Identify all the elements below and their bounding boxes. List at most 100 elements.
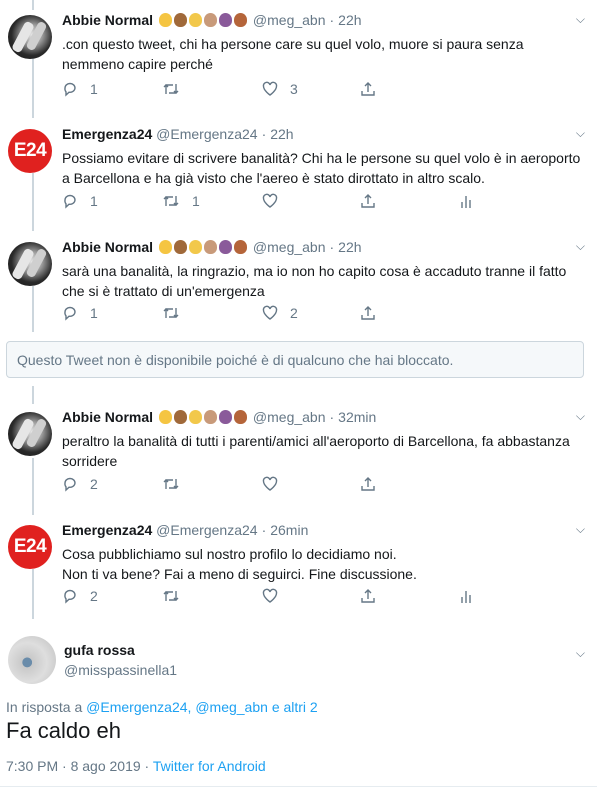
tweet-text: .con questo tweet, chi ha persone care s… bbox=[62, 36, 524, 72]
display-name[interactable]: Emergenza24 bbox=[62, 522, 152, 538]
tweet[interactable]: E24 Emergenza24 @Emergenza24 · 26min ⌵ Cos… bbox=[0, 522, 597, 612]
reply-icon bbox=[64, 306, 76, 321]
share-button[interactable] bbox=[360, 586, 376, 606]
chevron-down-icon[interactable]: ⌵ bbox=[576, 239, 585, 254]
analytics-icon bbox=[461, 591, 471, 603]
share-button[interactable] bbox=[360, 303, 376, 323]
avatar[interactable] bbox=[8, 242, 52, 286]
tweet-timestamp[interactable]: 7:30 PM · 8 ago 2019 · bbox=[6, 758, 149, 774]
share-icon bbox=[361, 82, 375, 96]
like-button[interactable]: 2 bbox=[262, 303, 298, 323]
avatar[interactable]: E24 bbox=[8, 525, 52, 569]
reply-icon bbox=[64, 589, 76, 604]
avatar[interactable] bbox=[8, 636, 56, 684]
reply-button[interactable]: 1 bbox=[62, 191, 98, 211]
tweet[interactable]: Abbie Normal @meg_abn · 22h ⌵ .con questo … bbox=[0, 12, 597, 112]
avatar[interactable] bbox=[8, 15, 52, 59]
tweet[interactable]: E24 Emergenza24 @Emergenza24 · 22h ⌵ Possi… bbox=[0, 126, 597, 226]
tweet[interactable]: Abbie Normal @meg_abn · 22h ⌵ sarà una ban… bbox=[0, 239, 597, 329]
chevron-down-icon[interactable]: ⌵ bbox=[576, 522, 585, 537]
share-button[interactable] bbox=[360, 474, 376, 494]
reply-count: 1 bbox=[90, 193, 98, 209]
reply-context: In risposta a @Emergenza24, @meg_abn e a… bbox=[6, 699, 318, 715]
avatar[interactable] bbox=[8, 412, 52, 456]
tweet-time[interactable]: 22h bbox=[270, 126, 293, 142]
tweet-time[interactable]: 26min bbox=[270, 522, 308, 538]
chevron-down-icon[interactable]: ⌵ bbox=[576, 12, 585, 27]
retweet-count: 1 bbox=[192, 193, 200, 209]
divider bbox=[0, 786, 597, 787]
like-button[interactable] bbox=[262, 586, 290, 606]
chevron-down-icon[interactable]: ⌵ bbox=[576, 646, 585, 661]
reply-others-link[interactable]: e altri 2 bbox=[272, 699, 318, 715]
tweet-text-line: Non ti va bene? Fai a meno di seguirci. … bbox=[62, 566, 417, 582]
tweet-source[interactable]: Twitter for Android bbox=[153, 758, 266, 774]
name-emojis bbox=[159, 239, 249, 255]
retweet-button[interactable] bbox=[162, 79, 192, 99]
retweet-button[interactable]: 1 bbox=[162, 191, 200, 211]
share-button[interactable] bbox=[360, 191, 376, 211]
name-emojis bbox=[159, 409, 249, 425]
retweet-icon bbox=[163, 196, 179, 206]
avatar[interactable]: E24 bbox=[8, 129, 52, 173]
tweet-actions: 1 1 bbox=[62, 191, 482, 211]
tweet-time[interactable]: 22h bbox=[338, 239, 361, 255]
like-icon bbox=[262, 81, 278, 96]
tweet-header: Abbie Normal @meg_abn · 22h ⌵ bbox=[62, 239, 585, 255]
tweet-text: peraltro la banalità di tutti i parenti/… bbox=[62, 433, 570, 469]
thread-line bbox=[32, 386, 34, 404]
retweet-button[interactable] bbox=[162, 586, 192, 606]
reply-prefix: In risposta a bbox=[6, 699, 83, 715]
analytics-icon bbox=[461, 196, 471, 208]
share-icon bbox=[361, 194, 375, 208]
like-count: 2 bbox=[290, 305, 298, 321]
tweet-actions: 1 3 bbox=[62, 79, 482, 99]
analytics-button[interactable] bbox=[460, 191, 472, 211]
share-icon bbox=[361, 477, 375, 491]
reply-button[interactable]: 1 bbox=[62, 303, 98, 323]
reply-button[interactable]: 2 bbox=[62, 586, 98, 606]
tweet-time[interactable]: 22h bbox=[338, 12, 361, 28]
user-handle[interactable]: @meg_abn bbox=[253, 239, 326, 255]
like-button[interactable]: 3 bbox=[262, 79, 298, 99]
blocked-tweet-notice: Questo Tweet non è disponibile poiché è … bbox=[6, 341, 584, 378]
user-handle[interactable]: @Emergenza24 bbox=[156, 126, 257, 142]
retweet-button[interactable] bbox=[162, 303, 192, 323]
tweet-header: Abbie Normal @meg_abn · 32min ⌵ bbox=[62, 409, 585, 425]
display-name[interactable]: Abbie Normal bbox=[62, 409, 153, 425]
display-name[interactable]: Emergenza24 bbox=[62, 126, 152, 142]
like-icon bbox=[262, 193, 278, 208]
like-button[interactable] bbox=[262, 191, 290, 211]
tweet-text: Possiamo evitare di scrivere banalità? C… bbox=[62, 150, 581, 186]
like-button[interactable] bbox=[262, 474, 290, 494]
user-handle[interactable]: @meg_abn bbox=[253, 12, 326, 28]
display-name[interactable]: Abbie Normal bbox=[62, 239, 153, 255]
user-handle[interactable]: @Emergenza24 bbox=[156, 522, 257, 538]
chevron-down-icon[interactable]: ⌵ bbox=[576, 126, 585, 141]
retweet-icon bbox=[163, 308, 179, 318]
analytics-button[interactable] bbox=[460, 586, 472, 606]
reply-icon bbox=[64, 194, 76, 209]
retweet-icon bbox=[163, 479, 179, 489]
reply-button[interactable]: 1 bbox=[62, 79, 98, 99]
display-name[interactable]: gufa rossa bbox=[64, 642, 597, 658]
tweet-time[interactable]: 32min bbox=[338, 409, 376, 425]
tweet-metadata: 7:30 PM · 8 ago 2019 · Twitter for Andro… bbox=[6, 758, 266, 774]
reply-mention-link[interactable]: @Emergenza24, bbox=[86, 699, 191, 715]
display-name[interactable]: Abbie Normal bbox=[62, 12, 153, 28]
tweet-text: sarà una banalità, la ringrazio, ma io n… bbox=[62, 263, 567, 299]
reply-count: 1 bbox=[90, 81, 98, 97]
tweet-actions: 1 2 bbox=[62, 303, 482, 323]
tweet-header: Emergenza24 @Emergenza24 · 22h ⌵ bbox=[62, 126, 585, 142]
thread-line bbox=[32, 0, 34, 10]
tweet[interactable]: Abbie Normal @meg_abn · 32min ⌵ peraltro l… bbox=[0, 409, 597, 499]
user-handle[interactable]: @meg_abn bbox=[253, 409, 326, 425]
chevron-down-icon[interactable]: ⌵ bbox=[576, 409, 585, 424]
user-handle[interactable]: @misspassinella1 bbox=[64, 662, 597, 678]
reply-button[interactable]: 2 bbox=[62, 474, 98, 494]
reply-mention-link[interactable]: @meg_abn bbox=[195, 699, 268, 715]
like-icon bbox=[262, 588, 278, 603]
main-tweet-text: Fa caldo eh bbox=[6, 718, 121, 743]
retweet-button[interactable] bbox=[162, 474, 192, 494]
share-button[interactable] bbox=[360, 79, 376, 99]
